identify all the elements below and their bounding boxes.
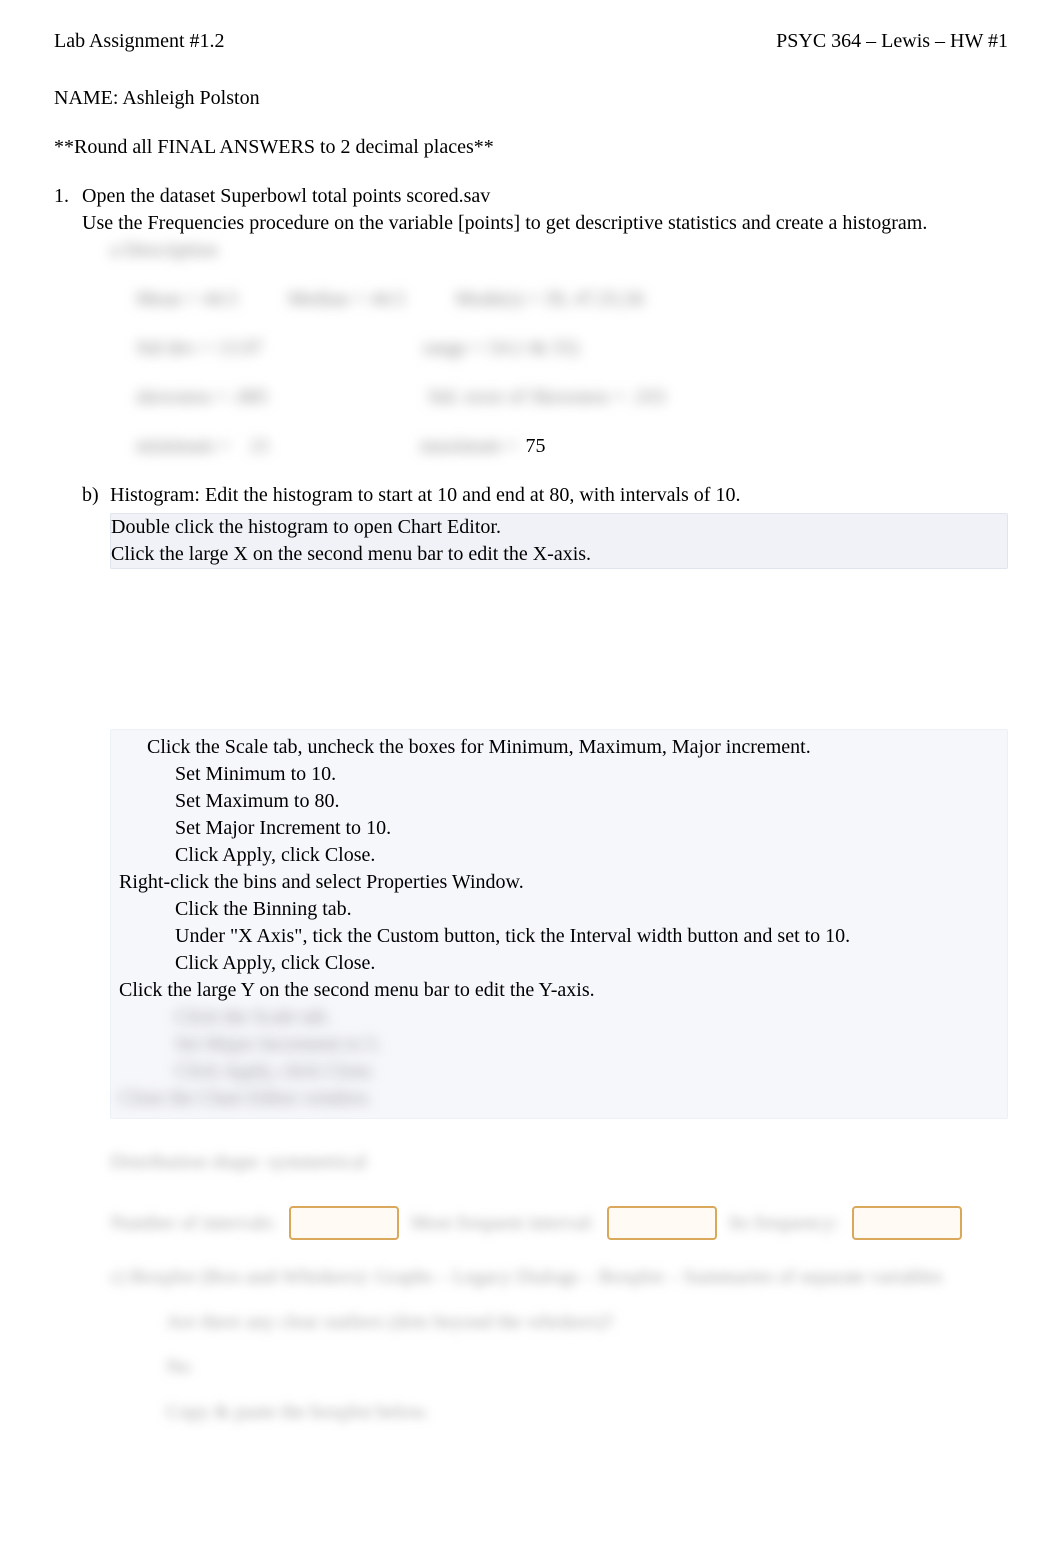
sc-l3c: .	[334, 790, 339, 812]
part-b-line3: Click the large X on the second menu bar…	[111, 541, 1003, 568]
q1-l2c: procedure on the variable	[244, 212, 458, 234]
sc-l5d: Close	[325, 844, 371, 866]
ac-c: , click	[271, 952, 325, 974]
stat-range: range = 54 (<& 55)	[423, 335, 579, 362]
part-b: b) Histogram: Edit the histogram to star…	[82, 482, 1008, 569]
q1-line1-a: Open the dataset	[82, 185, 220, 207]
y-obscured-3: Click Apply, click Close.	[119, 1058, 999, 1085]
pb-l2b: Chart Editor	[398, 516, 496, 538]
q1-l2h: histogram	[842, 212, 922, 234]
q1-l2i: .	[922, 212, 927, 234]
fill-label-2: Most frequent interval:	[411, 1210, 595, 1237]
sc-l5b: Apply	[222, 844, 271, 866]
ac-b: Apply	[222, 952, 271, 974]
student-name: NAME: Ashleigh Polston	[54, 85, 1008, 112]
y-obscured-4: Close the Chart Editor window.	[119, 1085, 999, 1112]
outlier-question: Are there any clear outliers (dots beyon…	[54, 1309, 1008, 1336]
stat-min: minimum = 21	[136, 433, 270, 460]
sc-l4c: .	[386, 817, 391, 839]
ac-a: Click	[175, 952, 222, 974]
xa-b: "X Axis"	[230, 925, 302, 947]
y-obscured-2: Set Major Increment to 5.	[119, 1031, 999, 1058]
distribution-shape: Distribution shape: symmetrical	[110, 1149, 1008, 1176]
outlier-answer: No	[54, 1354, 1008, 1381]
sc-l2a: Set Minimum to	[175, 763, 311, 785]
rc-d: .	[519, 871, 524, 893]
fill-box-1[interactable]	[289, 1206, 399, 1240]
part-a-label: a Description	[82, 237, 1008, 264]
pb-l2a: Double click the histogram to open	[111, 516, 398, 538]
sc-l3b: 80	[314, 790, 334, 812]
sc-l5e: .	[370, 844, 375, 866]
xa-f: Interval width	[570, 925, 683, 947]
fill-label-3: Its frequency:	[729, 1210, 840, 1237]
xa-a: Under	[175, 925, 230, 947]
stat-se-skew: Std. error of Skewness = .333	[428, 384, 665, 411]
stat-median: Median = 44.5	[288, 286, 405, 313]
rc-a: Right-click	[119, 871, 209, 893]
copy-paste-line: Copy & paste the boxplot below.	[54, 1399, 1008, 1426]
ac-e: .	[370, 952, 375, 974]
rc-c: Properties Window	[366, 871, 519, 893]
xa-c: , tick the	[302, 925, 376, 947]
q1-l2a: Use the	[82, 212, 148, 234]
stat-skew: skewness = .085	[136, 384, 268, 411]
xa-d: Custom	[377, 925, 439, 947]
stat-mode: Mode(s) = 39, 47,55,56	[455, 286, 644, 313]
y-axis-line: Click the large Y on the second menu bar…	[119, 977, 999, 1004]
fill-box-2[interactable]	[607, 1206, 717, 1240]
q1-l2e: to get	[520, 212, 575, 234]
course-header: PSYC 364 – Lewis – HW #1	[776, 28, 1008, 55]
part-b-line1: Histogram: Edit the histogram to start a…	[110, 482, 1008, 509]
bin-c: tab.	[317, 898, 351, 920]
q1-l2f: descriptive statistics	[575, 212, 737, 234]
sc-l2b: 10	[311, 763, 331, 785]
rc-b: the bins and select	[209, 871, 366, 893]
q1-l2b: Frequencies	[148, 212, 245, 234]
boxplot-line: c) Boxplot (Box-and-Whiskers): Graphs – …	[54, 1264, 1008, 1291]
sc-l4a: Set Major Increment to	[175, 817, 366, 839]
stat-max-label: maximum =	[420, 433, 517, 460]
stat-mean: Mean = 44.5	[136, 286, 238, 313]
rounding-note: **Round all FINAL ANSWERS to 2 decimal p…	[54, 134, 1008, 161]
fill-box-3[interactable]	[852, 1206, 962, 1240]
xa-g: button and set to 10.	[682, 925, 850, 947]
part-b-label: b)	[82, 482, 110, 569]
q1-dataset: Superbowl total points scored.sav	[220, 185, 490, 207]
fill-label-1: Number of intervals:	[110, 1210, 277, 1237]
sc-l3a: Set Maximum to	[175, 790, 314, 812]
sc-l5c: , click	[271, 844, 325, 866]
bin-a: Click the	[175, 898, 253, 920]
assignment-title: Lab Assignment #1.2	[54, 28, 225, 55]
stat-stddev: Std dev = 13.97	[136, 335, 263, 362]
q1-l2g: and create a	[737, 212, 842, 234]
pb-l2c: .	[496, 516, 501, 538]
bin-b: Binning	[253, 898, 317, 920]
sc-l4b: 10	[366, 817, 386, 839]
question-1: 1. Open the dataset Superbowl total poin…	[54, 183, 1008, 569]
y-obscured-1: Click the Scale tab.	[119, 1004, 999, 1031]
question-number: 1.	[54, 183, 82, 569]
sc-l5a: Click	[175, 844, 222, 866]
sc-l1c: tab, uncheck the boxes for Minimum, Maxi…	[268, 736, 811, 758]
stat-max-value: 75	[525, 433, 545, 460]
xa-e: button, tick the	[439, 925, 570, 947]
sc-l1b: Scale	[225, 736, 268, 758]
sc-l1a: Click the	[147, 736, 225, 758]
ac-d: Close	[325, 952, 371, 974]
sc-l2c: .	[331, 763, 336, 785]
q1-l2d: [points]	[458, 212, 520, 234]
